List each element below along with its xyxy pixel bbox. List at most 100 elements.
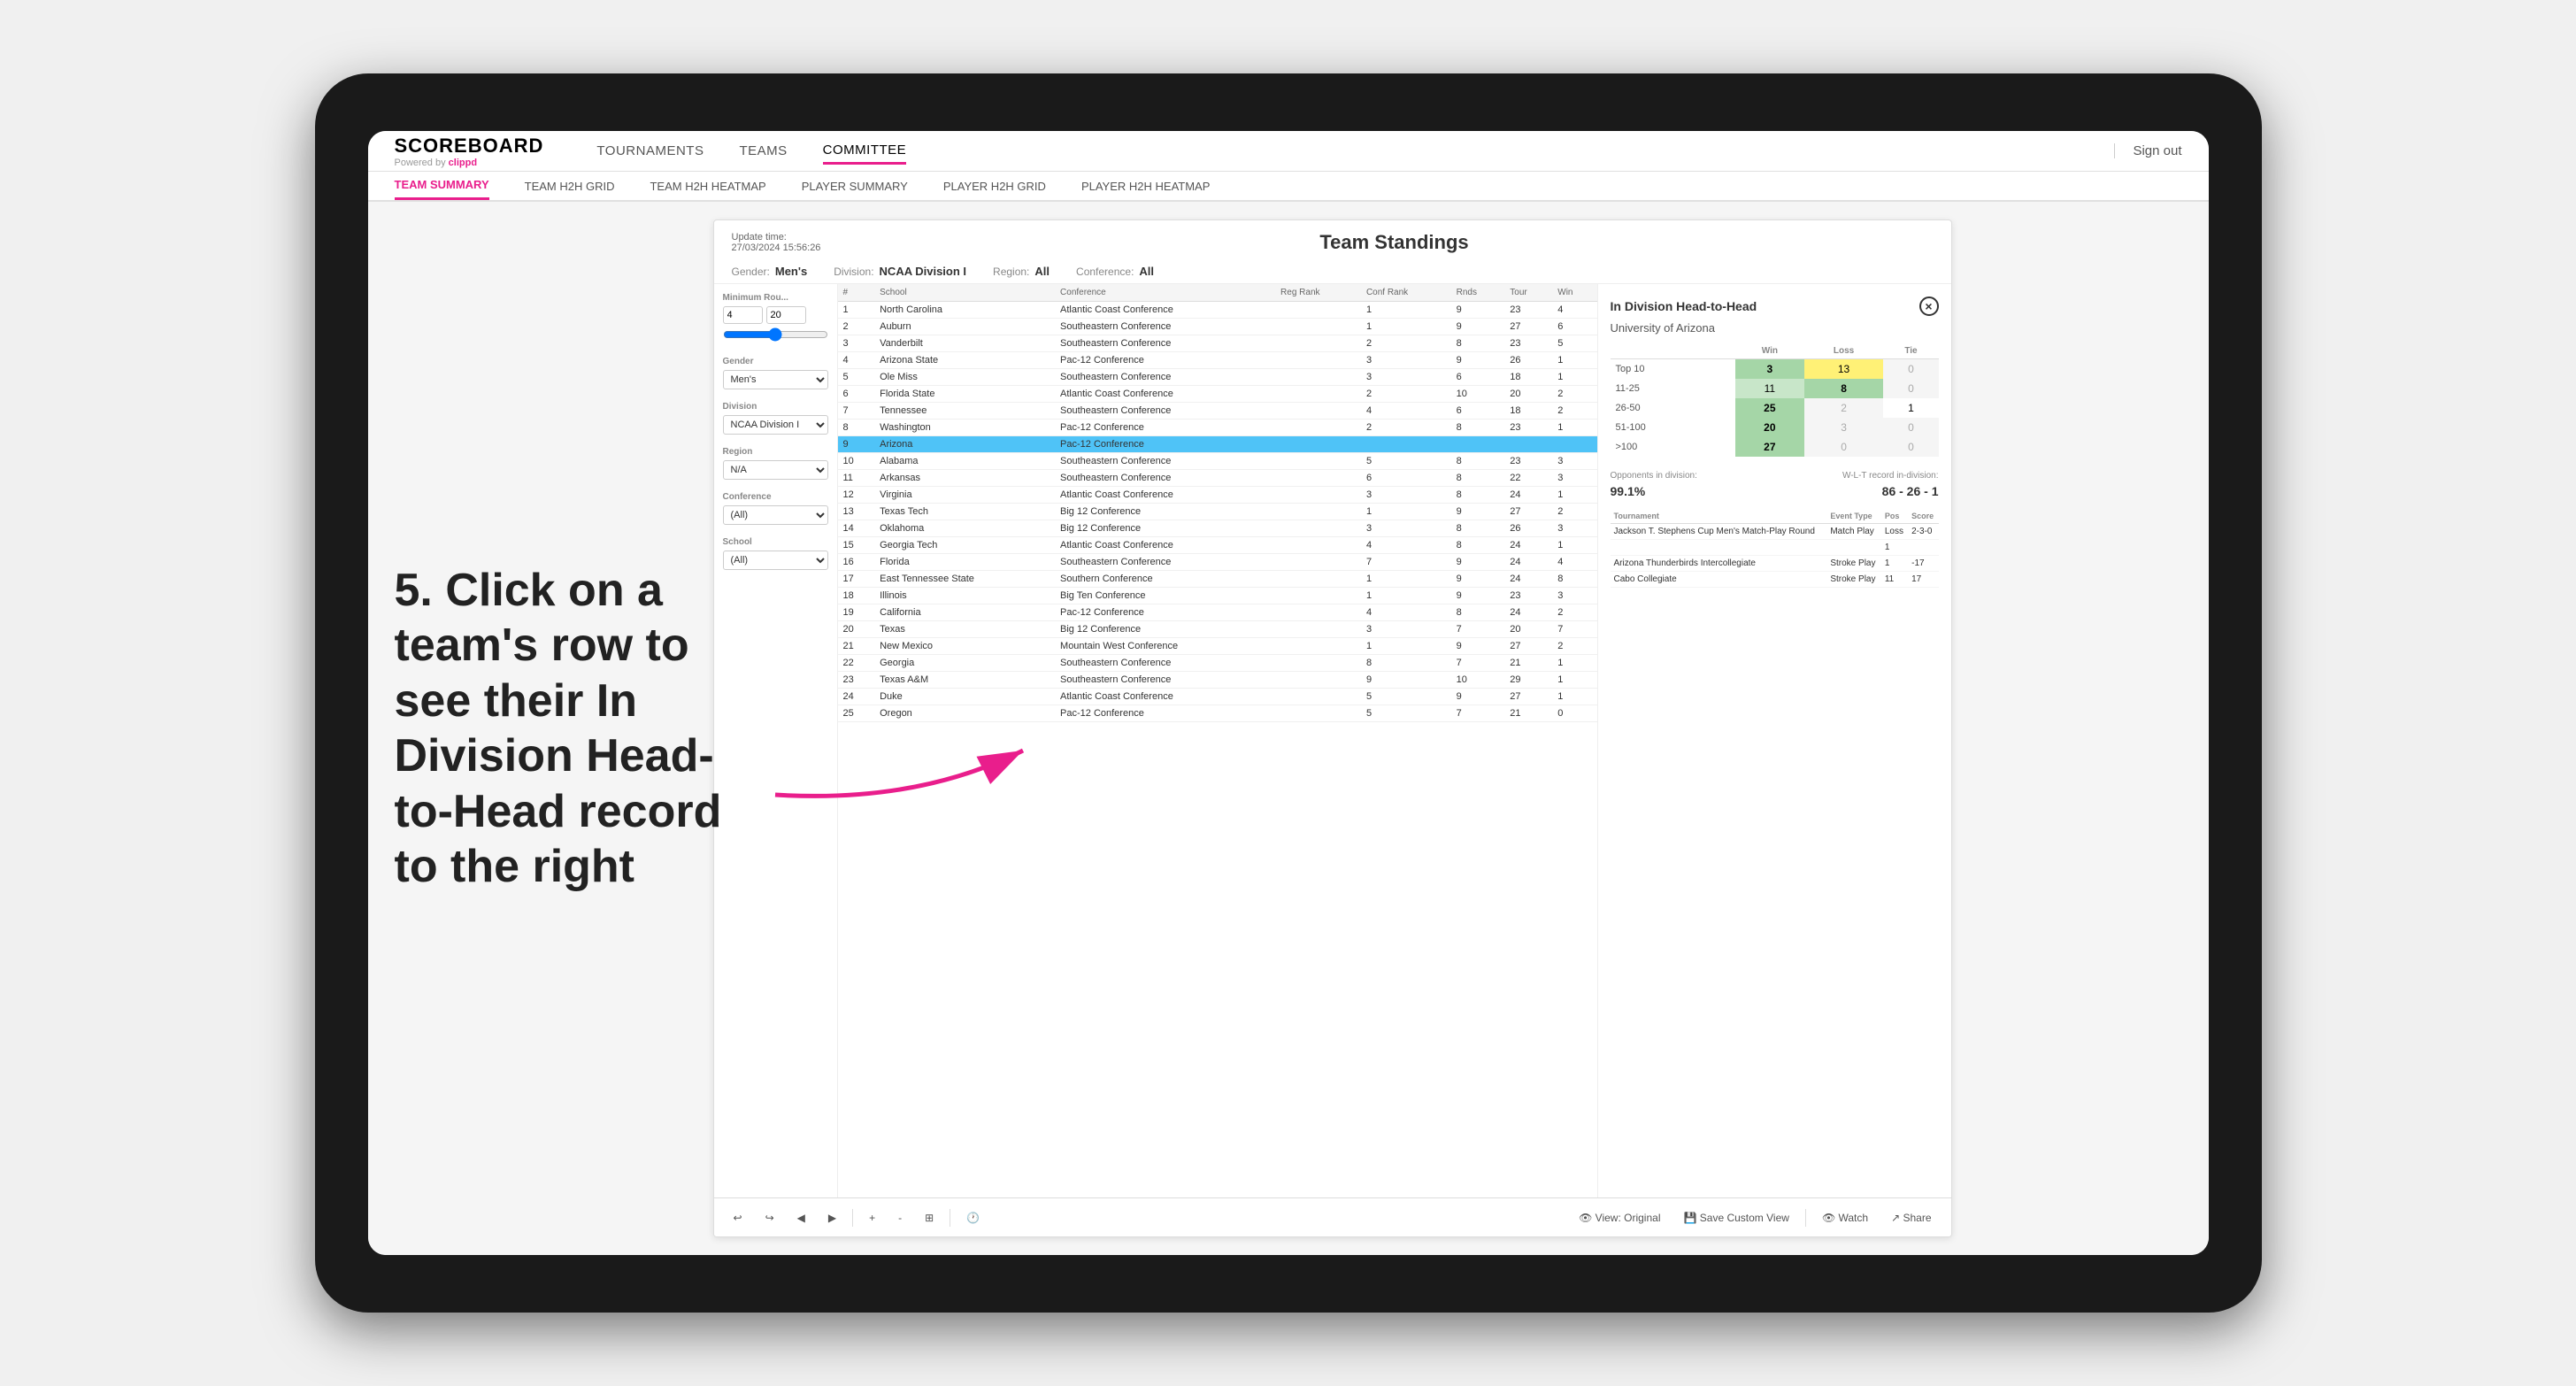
school-select[interactable]: (All) xyxy=(723,551,828,570)
cell-rnds: 8 xyxy=(1451,335,1505,352)
tour-col-score: Score xyxy=(1908,509,1938,524)
h2h-close-btn[interactable]: × xyxy=(1919,296,1939,316)
cell-reg-rank xyxy=(1275,655,1361,672)
conference-select[interactable]: (All) xyxy=(723,505,828,525)
h2h-col-win: Win xyxy=(1735,343,1804,359)
sub-nav-team-summary[interactable]: TEAM SUMMARY xyxy=(395,172,489,200)
tour-cell-type xyxy=(1826,540,1881,556)
update-time: Update time: 27/03/2024 15:56:26 xyxy=(732,232,838,253)
cell-reg-rank xyxy=(1275,604,1361,621)
table-row[interactable]: 9 Arizona Pac-12 Conference xyxy=(838,436,1597,453)
cell-tour: 29 xyxy=(1504,672,1552,689)
cell-reg-rank xyxy=(1275,453,1361,470)
min-rounds-slider[interactable] xyxy=(723,327,828,342)
table-row[interactable]: 18 Illinois Big Ten Conference 1 9 23 3 xyxy=(838,588,1597,604)
table-row[interactable]: 15 Georgia Tech Atlantic Coast Conferenc… xyxy=(838,537,1597,554)
bottom-toolbar: ↩ ↪ ◀ ▶ + - ⊞ 🕐 👁 View: Original 💾 Save … xyxy=(714,1197,1951,1236)
sub-nav-player-h2h-grid[interactable]: PLAYER H2H GRID xyxy=(943,172,1046,200)
cell-reg-rank xyxy=(1275,571,1361,588)
cell-conference: Atlantic Coast Conference xyxy=(1055,487,1275,504)
cell-school: East Tennessee State xyxy=(874,571,1055,588)
table-row[interactable]: 20 Texas Big 12 Conference 3 7 20 7 xyxy=(838,621,1597,638)
filter-conference: Conference: All xyxy=(1076,265,1154,278)
sub-nav-player-h2h-heatmap[interactable]: PLAYER H2H HEATMAP xyxy=(1081,172,1210,200)
division-select[interactable]: NCAA Division I xyxy=(723,415,828,435)
toolbar-share[interactable]: ↗ Share xyxy=(1884,1208,1938,1228)
cell-rank: 6 xyxy=(838,386,875,403)
table-row[interactable]: 12 Virginia Atlantic Coast Conference 3 … xyxy=(838,487,1597,504)
min-rounds-to[interactable] xyxy=(766,306,806,324)
toolbar-view-original[interactable]: 👁 View: Original xyxy=(1572,1208,1667,1228)
cell-win: 3 xyxy=(1552,520,1596,537)
cell-tour: 27 xyxy=(1504,689,1552,705)
table-row[interactable]: 17 East Tennessee State Southern Confere… xyxy=(838,571,1597,588)
cell-reg-rank xyxy=(1275,638,1361,655)
table-row[interactable]: 11 Arkansas Southeastern Conference 6 8 … xyxy=(838,470,1597,487)
table-row[interactable]: 5 Ole Miss Southeastern Conference 3 6 1… xyxy=(838,369,1597,386)
table-row[interactable]: 8 Washington Pac-12 Conference 2 8 23 1 xyxy=(838,420,1597,436)
table-row[interactable]: 13 Texas Tech Big 12 Conference 1 9 27 2 xyxy=(838,504,1597,520)
sign-out[interactable]: Sign out xyxy=(2114,143,2181,158)
h2h-cell-win: 3 xyxy=(1735,359,1804,380)
table-row[interactable]: 6 Florida State Atlantic Coast Conferenc… xyxy=(838,386,1597,403)
cell-conf-rank: 1 xyxy=(1361,588,1451,604)
sub-nav-player-summary[interactable]: PLAYER SUMMARY xyxy=(802,172,908,200)
table-row[interactable]: 2 Auburn Southeastern Conference 1 9 27 … xyxy=(838,319,1597,335)
cell-tour: 26 xyxy=(1504,520,1552,537)
tour-cell-score xyxy=(1908,540,1938,556)
region-select[interactable]: N/A xyxy=(723,460,828,480)
table-row[interactable]: 23 Texas A&M Southeastern Conference 9 1… xyxy=(838,672,1597,689)
cell-tour: 20 xyxy=(1504,386,1552,403)
toolbar-redo[interactable]: ↪ xyxy=(758,1208,781,1228)
cell-win: 1 xyxy=(1552,420,1596,436)
cell-conf-rank: 1 xyxy=(1361,319,1451,335)
min-rounds-from[interactable] xyxy=(723,306,763,324)
cell-conference: Mountain West Conference xyxy=(1055,638,1275,655)
toolbar-watch[interactable]: 👁 Watch xyxy=(1815,1208,1875,1228)
cell-reg-rank xyxy=(1275,588,1361,604)
table-row[interactable]: 7 Tennessee Southeastern Conference 4 6 … xyxy=(838,403,1597,420)
toolbar-back[interactable]: ◀ xyxy=(790,1208,812,1228)
cell-school: Virginia xyxy=(874,487,1055,504)
toolbar-undo[interactable]: ↩ xyxy=(727,1208,750,1228)
table-row[interactable]: 14 Oklahoma Big 12 Conference 3 8 26 3 xyxy=(838,520,1597,537)
toolbar-zoom-in[interactable]: + xyxy=(862,1208,882,1228)
tour-cell-pos: Loss xyxy=(1881,524,1908,540)
cell-rnds: 8 xyxy=(1451,470,1505,487)
cell-conference: Southeastern Conference xyxy=(1055,369,1275,386)
cell-school: Vanderbilt xyxy=(874,335,1055,352)
table-row[interactable]: 16 Florida Southeastern Conference 7 9 2… xyxy=(838,554,1597,571)
toolbar-fit[interactable]: ⊞ xyxy=(918,1208,941,1228)
cell-win: 3 xyxy=(1552,453,1596,470)
cell-rnds: 7 xyxy=(1451,655,1505,672)
cell-win: 2 xyxy=(1552,504,1596,520)
table-row[interactable]: 3 Vanderbilt Southeastern Conference 2 8… xyxy=(838,335,1597,352)
sub-nav-team-h2h-grid[interactable]: TEAM H2H GRID xyxy=(525,172,615,200)
h2h-panel-header: In Division Head-to-Head × xyxy=(1611,296,1939,316)
table-row[interactable]: 21 New Mexico Mountain West Conference 1… xyxy=(838,638,1597,655)
nav-tournaments[interactable]: TOURNAMENTS xyxy=(596,139,704,163)
toolbar-forward[interactable]: ▶ xyxy=(821,1208,843,1228)
cell-win: 1 xyxy=(1552,672,1596,689)
cell-conference: Big Ten Conference xyxy=(1055,588,1275,604)
table-row[interactable]: 24 Duke Atlantic Coast Conference 5 9 27… xyxy=(838,689,1597,705)
toolbar-zoom-out[interactable]: - xyxy=(891,1208,909,1228)
cell-conference: Big 12 Conference xyxy=(1055,520,1275,537)
toolbar-clock[interactable]: 🕐 xyxy=(959,1208,987,1228)
tour-cell-name: Jackson T. Stephens Cup Men's Match-Play… xyxy=(1611,524,1827,540)
filter-region: Region: All xyxy=(993,265,1050,278)
table-row[interactable]: 19 California Pac-12 Conference 4 8 24 2 xyxy=(838,604,1597,621)
table-row[interactable]: 4 Arizona State Pac-12 Conference 3 9 26… xyxy=(838,352,1597,369)
cell-conf-rank: 2 xyxy=(1361,335,1451,352)
table-row[interactable]: 10 Alabama Southeastern Conference 5 8 2… xyxy=(838,453,1597,470)
nav-committee[interactable]: COMMITTEE xyxy=(823,138,907,165)
toolbar-save-custom[interactable]: 💾 Save Custom View xyxy=(1677,1208,1796,1228)
table-row[interactable]: 1 North Carolina Atlantic Coast Conferen… xyxy=(838,302,1597,319)
sub-nav-team-h2h-heatmap[interactable]: TEAM H2H HEATMAP xyxy=(650,172,765,200)
table-row[interactable]: 22 Georgia Southeastern Conference 8 7 2… xyxy=(838,655,1597,672)
cell-reg-rank xyxy=(1275,705,1361,722)
gender-select[interactable]: Men's xyxy=(723,370,828,389)
nav-teams[interactable]: TEAMS xyxy=(739,139,787,163)
cell-rank: 8 xyxy=(838,420,875,436)
tour-cell-pos: 1 xyxy=(1881,540,1908,556)
